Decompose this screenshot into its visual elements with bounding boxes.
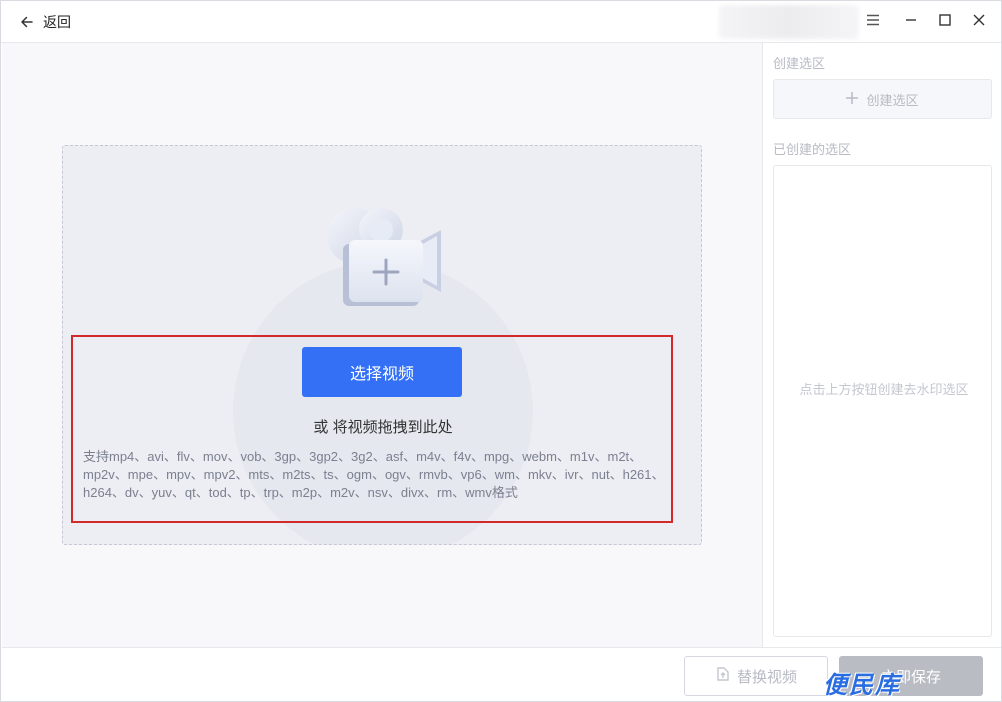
video-drop-zone[interactable]: 选择视频 或 将视频拖拽到此处 支持mp4、avi、flv、mov、vob、3g…	[62, 145, 702, 545]
hamburger-menu-icon	[866, 13, 880, 31]
back-label: 返回	[43, 14, 71, 30]
selection-panel: 创建选区 创建选区 已创建的选区 点击上方按钮创建去水印选区	[762, 43, 1001, 647]
video-camera-add-icon	[319, 204, 449, 309]
replace-video-label: 替换视频	[736, 668, 797, 686]
minimize-button[interactable]	[901, 12, 921, 32]
create-section-title: 创建选区	[773, 56, 826, 71]
select-video-button[interactable]: 选择视频	[302, 347, 462, 397]
menu-button[interactable]	[863, 12, 883, 32]
title-bar: 返回	[1, 1, 1001, 43]
arrow-left-icon	[17, 12, 37, 32]
drag-drop-hint: 或 将视频拖拽到此处	[313, 419, 453, 436]
supported-formats-text: 支持mp4、avi、flv、mov、vob、3gp、3gp2、3g2、asf、m…	[83, 449, 665, 500]
site-watermark: 便民库	[823, 672, 901, 699]
blurred-account-area	[719, 5, 859, 39]
create-selection-label: 创建选区	[866, 92, 919, 108]
minimize-icon	[905, 13, 917, 31]
replace-icon	[715, 666, 731, 686]
close-icon	[973, 13, 985, 31]
created-selection-list: 点击上方按钮创建去水印选区	[773, 165, 992, 637]
close-button[interactable]	[969, 12, 989, 32]
maximize-icon	[939, 13, 951, 31]
empty-list-hint: 点击上方按钮创建去水印选区	[799, 382, 969, 397]
create-selection-button[interactable]: 创建选区	[773, 79, 992, 119]
created-section-title: 已创建的选区	[773, 142, 852, 157]
plus-icon	[846, 91, 859, 107]
app-window: 返回 选择视频 或 将视频拖拽到此处 支持mp4、avi、flv、mov、vob…	[0, 0, 1002, 702]
replace-video-button[interactable]: 替换视频	[684, 656, 828, 696]
back-button[interactable]: 返回	[17, 11, 71, 33]
work-area: 选择视频 或 将视频拖拽到此处 支持mp4、avi、flv、mov、vob、3g…	[2, 43, 762, 647]
maximize-button[interactable]	[935, 12, 955, 32]
